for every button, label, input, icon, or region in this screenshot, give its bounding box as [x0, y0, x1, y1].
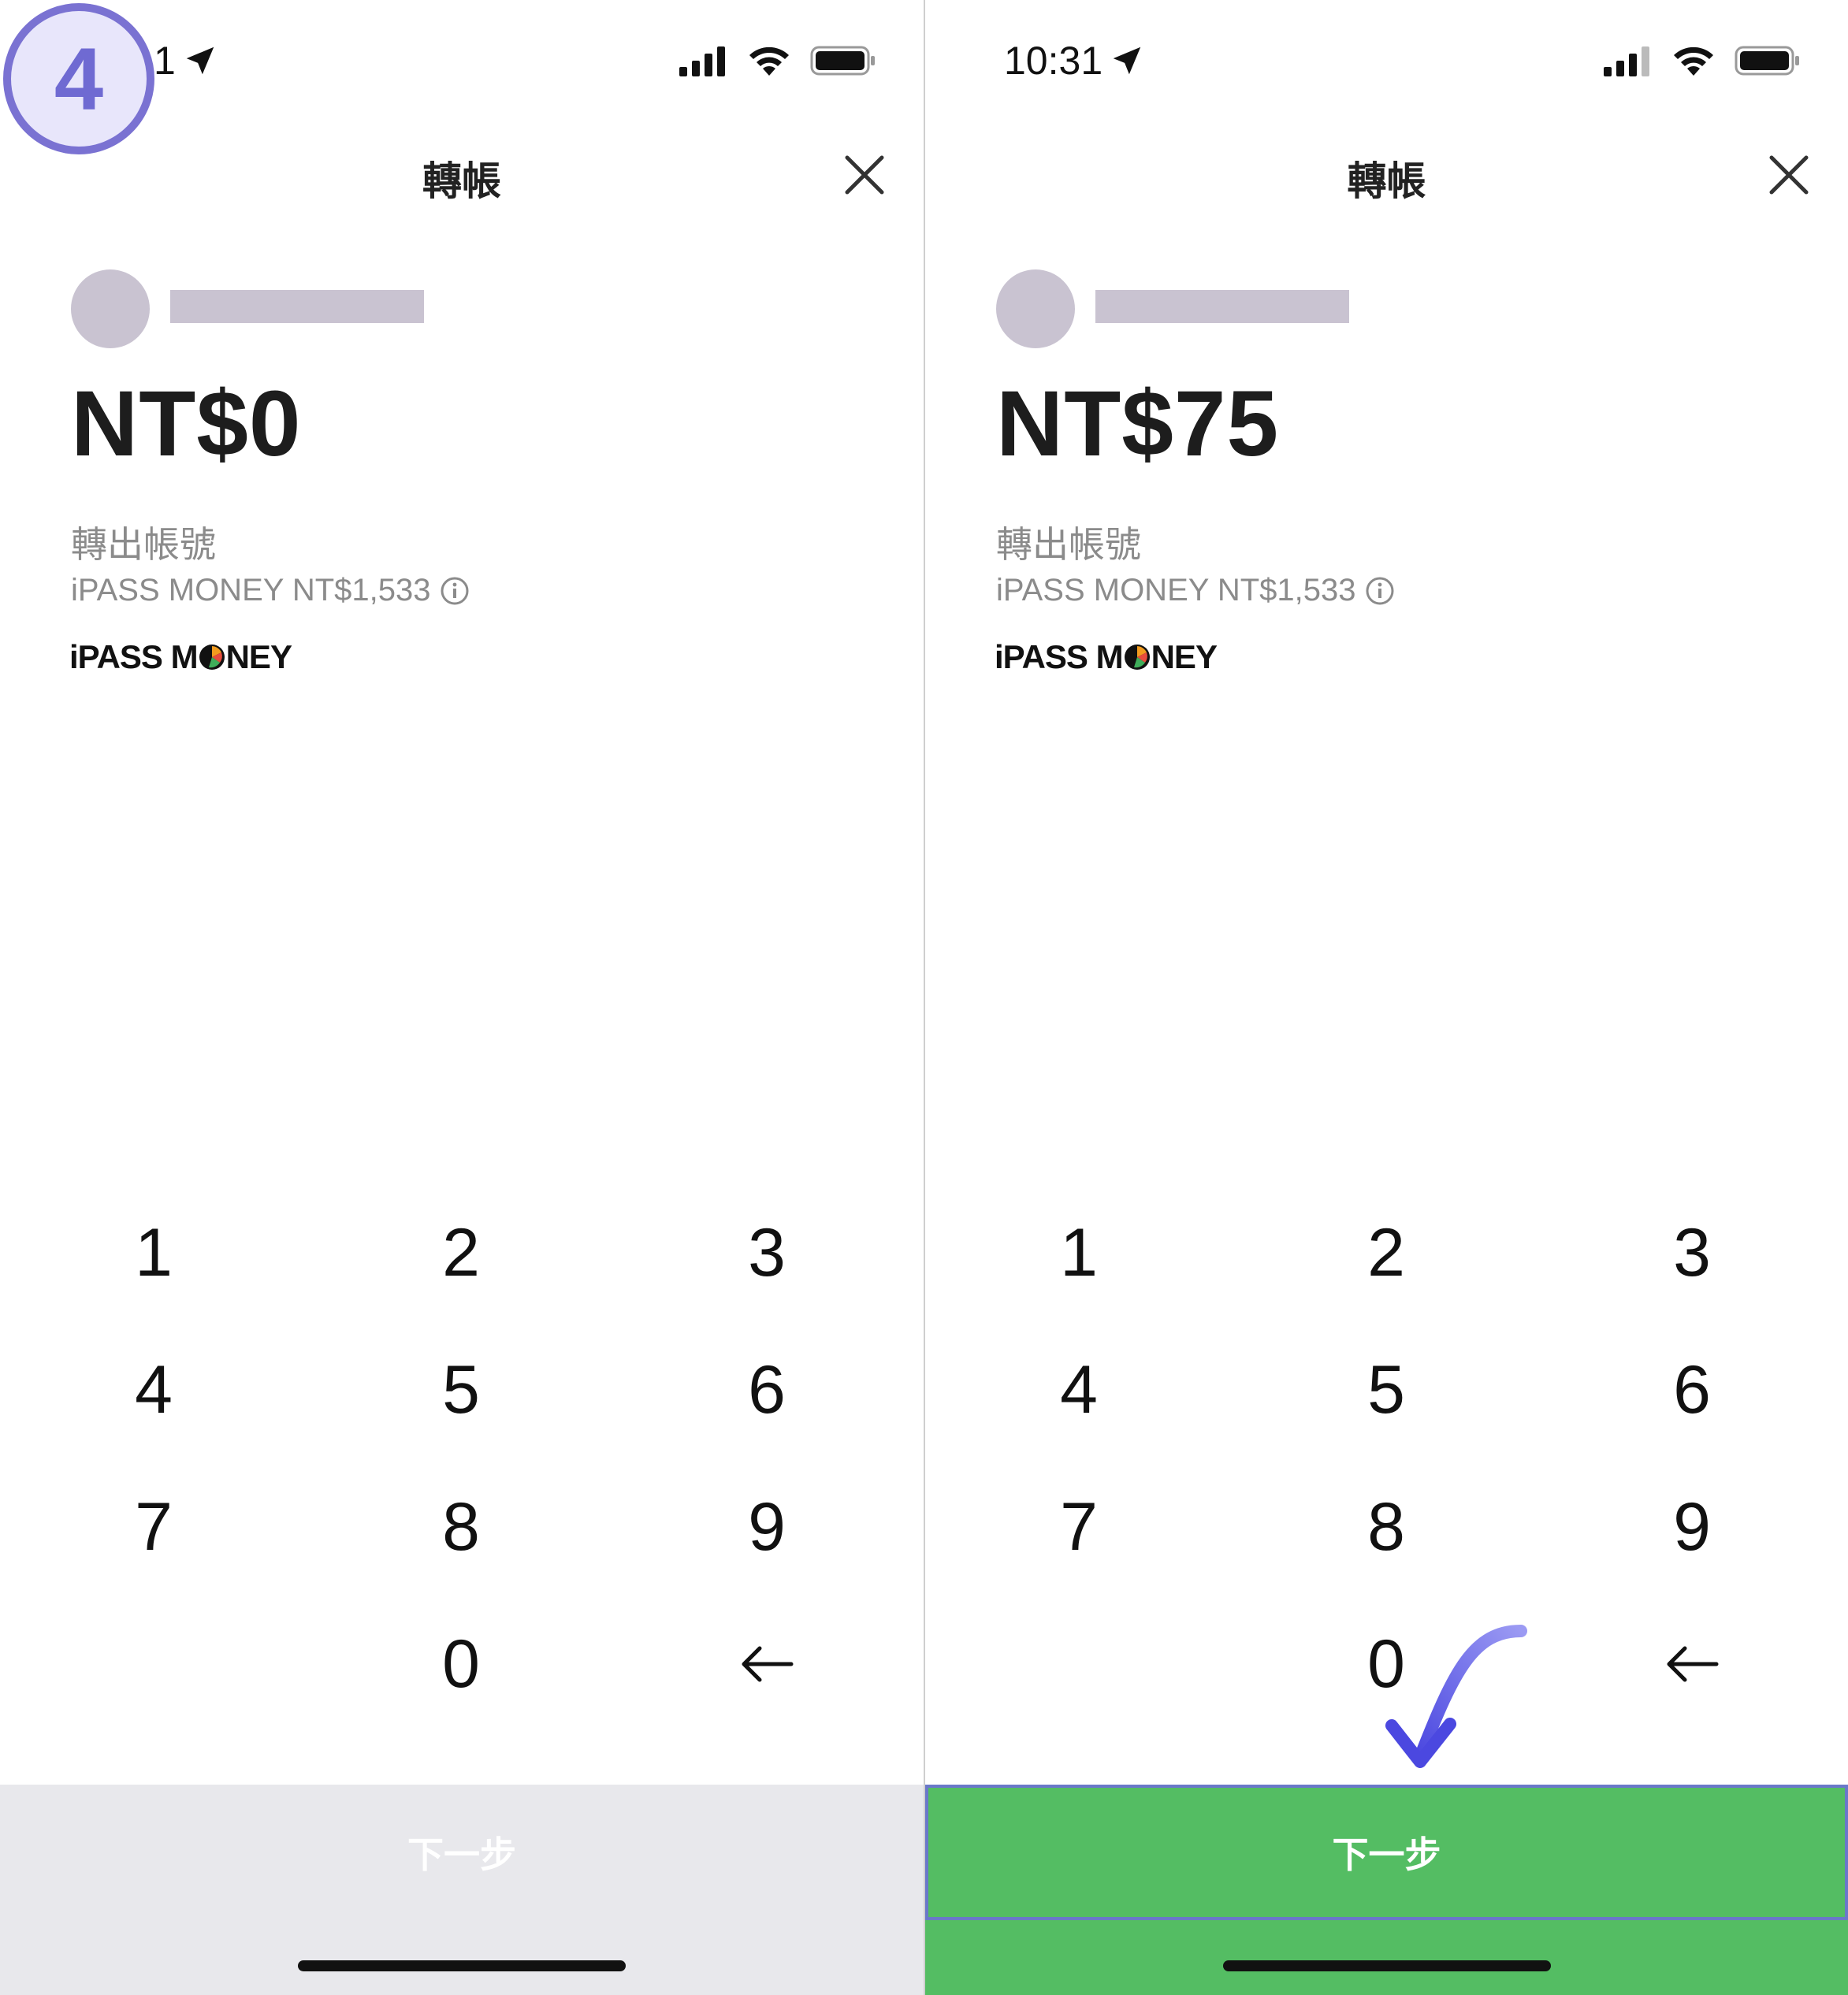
cellular-signal-icon: [679, 46, 725, 76]
key-9[interactable]: 9: [649, 1468, 885, 1586]
backspace-key[interactable]: [1574, 1605, 1810, 1723]
key-6[interactable]: 6: [1574, 1331, 1810, 1449]
info-icon[interactable]: [1365, 576, 1395, 606]
brand-text-start: iPASS M: [69, 638, 199, 675]
location-arrow-icon: [186, 46, 214, 75]
source-account-label: 轉出帳號: [71, 524, 216, 565]
status-bar-icons: [1604, 44, 1801, 77]
step-number-badge: 4: [3, 3, 154, 154]
brand-text-end: NEY: [225, 638, 292, 675]
status-time-text: 1: [154, 39, 176, 83]
key-4[interactable]: 4: [35, 1331, 272, 1449]
key-6[interactable]: 6: [649, 1331, 885, 1449]
key-7[interactable]: 7: [35, 1468, 272, 1586]
brand-text-start: iPASS M: [995, 638, 1124, 675]
status-bar-time: 10:31: [1004, 38, 1145, 84]
page-title: 轉帳: [422, 159, 501, 203]
transfer-amount: NT$75: [996, 372, 1280, 476]
wifi-icon: [1674, 46, 1713, 76]
battery-icon: [1735, 46, 1799, 76]
recipient-avatar: [996, 269, 1075, 348]
key-3[interactable]: 3: [1574, 1194, 1810, 1312]
key-2[interactable]: 2: [343, 1194, 579, 1312]
key-0[interactable]: 0: [343, 1605, 579, 1723]
transfer-amount: NT$0: [71, 372, 302, 476]
status-time-text: 10:31: [1004, 39, 1103, 83]
recipient-name-redacted: [1095, 290, 1349, 323]
key-8[interactable]: 8: [343, 1468, 579, 1586]
close-icon[interactable]: [1765, 151, 1813, 199]
key-7[interactable]: 7: [961, 1468, 1197, 1586]
status-bar-icons: [679, 44, 876, 77]
brand-text-end: NEY: [1151, 638, 1218, 675]
backspace-arrow-icon: [742, 1646, 794, 1682]
page-title: 轉帳: [1347, 159, 1426, 203]
transfer-screen-empty: 1 轉帳 NT$0 轉出帳號 iPASS MONEY NT$1,533 iPAS…: [0, 0, 924, 1995]
key-5[interactable]: 5: [1268, 1331, 1504, 1449]
logo-o-mark-icon: [1124, 645, 1150, 670]
source-account-text: iPASS MONEY NT$1,533: [996, 573, 1356, 607]
wifi-icon: [749, 46, 789, 76]
key-3[interactable]: 3: [649, 1194, 885, 1312]
source-account-label: 轉出帳號: [996, 524, 1141, 565]
source-account-value: iPASS MONEY NT$1,533: [996, 573, 1395, 608]
key-5[interactable]: 5: [343, 1331, 579, 1449]
next-button[interactable]: 下一步: [0, 1785, 924, 1920]
logo-o-mark-icon: [199, 645, 225, 670]
ipass-money-logo: iPASS M NEY: [995, 638, 1218, 676]
key-8[interactable]: 8: [1268, 1468, 1504, 1586]
key-2[interactable]: 2: [1268, 1194, 1504, 1312]
next-button-bar: 下一步: [925, 1785, 1848, 1995]
backspace-arrow-icon: [1667, 1646, 1719, 1682]
battery-icon: [810, 46, 875, 76]
cellular-signal-icon: [1604, 46, 1649, 76]
recipient-avatar: [71, 269, 150, 348]
recipient-name-redacted: [170, 290, 424, 323]
next-button-bar: 下一步: [0, 1785, 924, 1995]
home-indicator: [1222, 1960, 1551, 1971]
source-account-value: iPASS MONEY NT$1,533: [71, 573, 470, 608]
key-1[interactable]: 1: [35, 1194, 272, 1312]
next-button[interactable]: 下一步: [925, 1785, 1848, 1920]
key-9[interactable]: 9: [1574, 1468, 1810, 1586]
close-icon[interactable]: [841, 151, 888, 199]
ipass-money-logo: iPASS M NEY: [69, 638, 292, 676]
status-bar-time: 1: [154, 38, 218, 84]
annotation-arrow-icon: [1385, 1625, 1527, 1768]
key-1[interactable]: 1: [961, 1194, 1197, 1312]
key-4[interactable]: 4: [961, 1331, 1197, 1449]
home-indicator: [298, 1960, 626, 1971]
info-icon[interactable]: [440, 576, 470, 606]
source-account-text: iPASS MONEY NT$1,533: [71, 573, 431, 607]
backspace-key[interactable]: [649, 1605, 885, 1723]
location-arrow-icon: [1113, 46, 1141, 75]
